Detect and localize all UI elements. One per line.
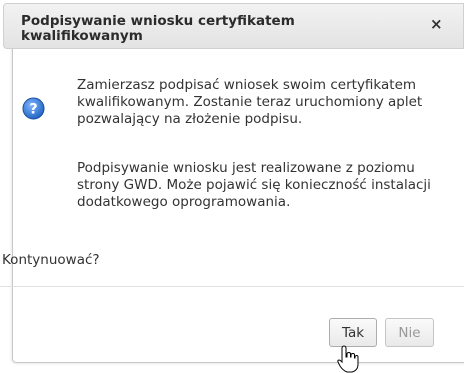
dialog-message-1: Zamierzasz podpisać wniosek swoim certyf… [77, 77, 423, 127]
no-button[interactable]: Nie [385, 318, 434, 347]
close-icon[interactable]: × [430, 15, 443, 33]
dialog-message-2: Podpisywanie wniosku jest realizowane z … [77, 160, 431, 210]
hand-cursor-icon [337, 345, 359, 373]
dialog-title: Podpisywanie wniosku certyfikatem kwalif… [21, 13, 295, 44]
dialog-question: Kontynuować? [2, 252, 100, 268]
yes-button[interactable]: Tak [329, 318, 377, 347]
dialog-titlebar: Podpisywanie wniosku certyfikatem kwalif… [3, 3, 464, 49]
question-icon: ? [22, 97, 45, 120]
divider [0, 286, 464, 287]
svg-text:?: ? [29, 101, 37, 117]
